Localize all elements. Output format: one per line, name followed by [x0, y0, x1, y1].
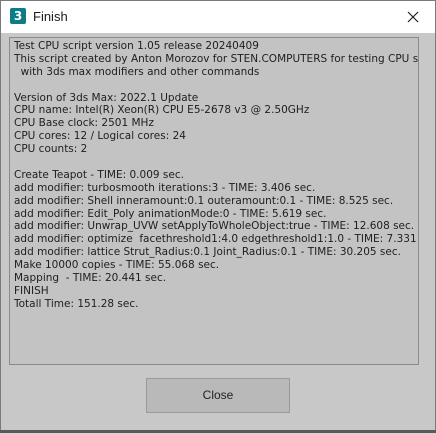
- output-line: Test CPU script version 1.05 release 202…: [14, 40, 259, 52]
- window-title: Finish: [33, 9, 68, 24]
- 3ds-max-icon: 3: [10, 8, 26, 24]
- output-line: CPU Base clock: 2501 MHz: [14, 117, 154, 130]
- output-line: add modifier: turbosmooth iterations:3 -…: [14, 181, 316, 194]
- finish-dialog: 3 Finish Test CPU script version 1.05 re…: [0, 0, 436, 433]
- output-line: Make 10000 copies - TIME: 55.068 sec.: [14, 259, 220, 272]
- output-line: add modifier: Shell inneramount:0.1 oute…: [14, 194, 394, 207]
- title-bar[interactable]: 3 Finish: [1, 1, 435, 33]
- output-line: CPU name: Intel(R) Xeon(R) CPU E5-2678 v…: [14, 104, 310, 117]
- output-text-area[interactable]: Test CPU script version 1.05 release 202…: [9, 37, 419, 365]
- output-line: add modifier: Edit_Poly animationMode:0 …: [14, 207, 327, 220]
- output-line: with 3ds max modifiers and other command…: [14, 65, 260, 78]
- output-line: Totall Time: 151.28 sec.: [14, 297, 139, 310]
- output-line: add modifier: lattice Strut_Radius:0.1 J…: [14, 246, 401, 259]
- output-line: Mapping - TIME: 20.441 sec.: [14, 272, 167, 285]
- output-line: FINISH: [14, 284, 49, 297]
- output-line: This script created by Anton Morozov for…: [14, 52, 419, 65]
- output-line: Version of 3ds Max: 2022.1 Update: [14, 91, 199, 104]
- output-line: add modifier: Unwrap_UVW setApplyToWhole…: [14, 220, 415, 233]
- close-button[interactable]: Close: [146, 378, 290, 413]
- output-line: CPU counts: 2: [14, 143, 88, 156]
- output-line: CPU cores: 12 / Logical cores: 24: [14, 130, 186, 143]
- window-close-button[interactable]: [390, 1, 435, 33]
- output-line: Create Teapot - TIME: 0.009 sec.: [14, 168, 184, 181]
- close-icon: [407, 11, 419, 23]
- output-line: add modifier: optimize facethreshold1:4.…: [14, 233, 419, 246]
